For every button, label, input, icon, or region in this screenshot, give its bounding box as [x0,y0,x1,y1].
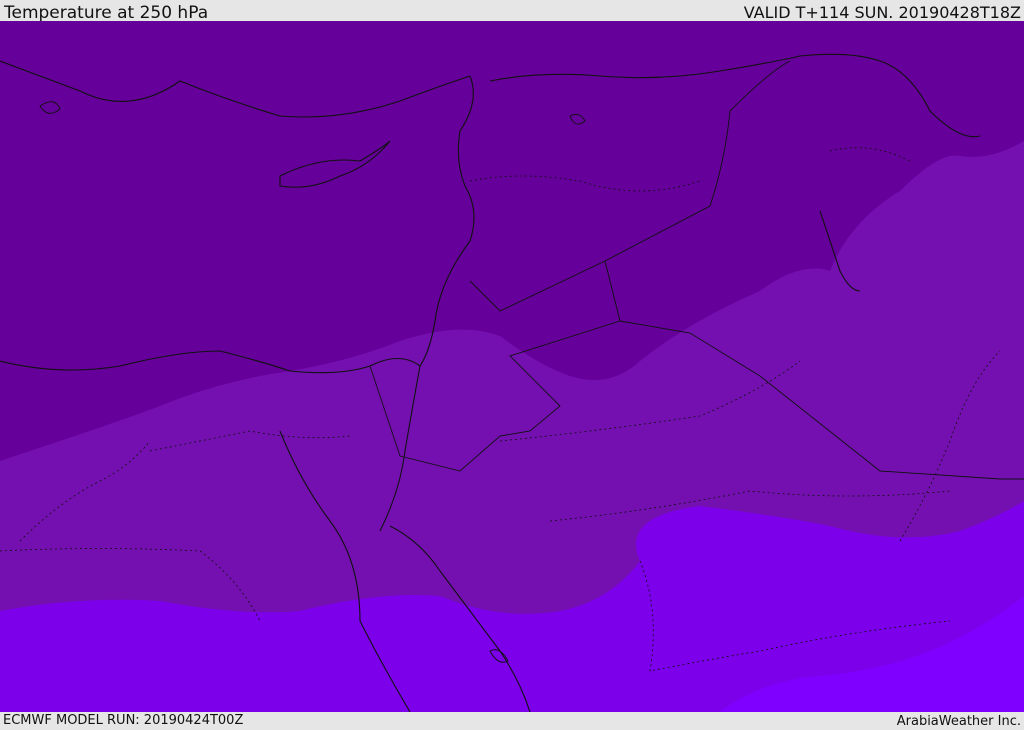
temperature-map [0,21,1024,712]
model-run-label: ECMWF MODEL RUN: 20190424T00Z [3,713,244,728]
map-panel[interactable] [0,21,1024,712]
map-title: Temperature at 250 hPa [4,3,209,23]
footer-bar: ECMWF MODEL RUN: 20190424T00Z ArabiaWeat… [0,712,1024,729]
header-bar: Temperature at 250 hPa VALID T+114 SUN. … [0,0,1024,23]
credit-label: ArabiaWeather Inc. [896,714,1021,729]
valid-time: VALID T+114 SUN. 20190428T18Z [743,3,1021,22]
